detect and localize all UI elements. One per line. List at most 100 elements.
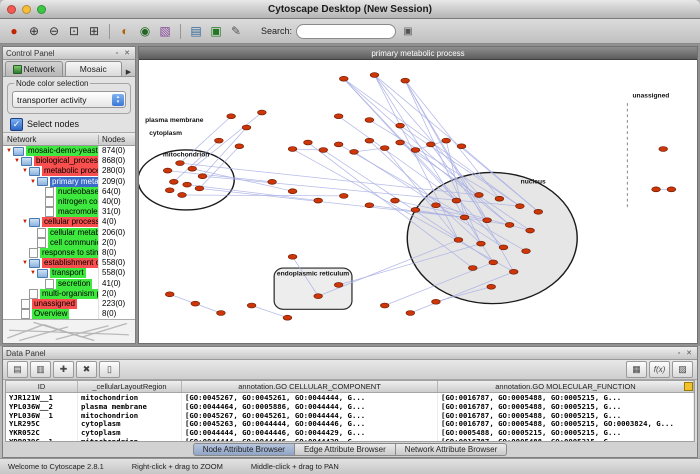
expander-icon[interactable]: ▼ xyxy=(21,217,29,227)
tree-row[interactable]: ▼biological_process868(0) xyxy=(3,156,135,166)
layout-icon[interactable]: ▤ xyxy=(187,22,205,40)
network-node[interactable] xyxy=(396,140,405,145)
network-node[interactable] xyxy=(401,78,410,83)
network-node[interactable] xyxy=(483,218,492,223)
network-node[interactable] xyxy=(178,193,187,198)
network-node[interactable] xyxy=(411,148,420,153)
zoom-in-icon[interactable]: ⊕ xyxy=(25,22,43,40)
table-row[interactable]: YPL036W__1mitochondrion[GO:0045267, GO:0… xyxy=(6,411,694,420)
network-node[interactable] xyxy=(217,311,226,316)
network-node[interactable] xyxy=(442,138,451,143)
search-options-icon[interactable]: ▣ xyxy=(400,23,416,39)
tree-row[interactable]: multi-organism pro2(0) xyxy=(3,289,135,299)
network-node[interactable] xyxy=(188,166,197,171)
tree-column-nodes[interactable]: Nodes xyxy=(99,135,135,144)
network-node[interactable] xyxy=(396,123,405,128)
network-node[interactable] xyxy=(534,209,543,214)
network-node[interactable] xyxy=(339,76,348,81)
snapshot-icon[interactable]: ◉ xyxy=(136,22,154,40)
network-node[interactable] xyxy=(667,187,676,192)
network-node[interactable] xyxy=(350,149,359,154)
network-canvas[interactable]: plasma membranecytoplasmmitochondrionnuc… xyxy=(139,60,697,343)
function-builder-icon[interactable]: f(x) xyxy=(649,361,670,378)
network-overview-thumbnail[interactable] xyxy=(3,320,135,343)
network-node[interactable] xyxy=(380,146,389,151)
network-node[interactable] xyxy=(652,187,661,192)
select-attributes-icon[interactable]: ▤ xyxy=(7,361,28,378)
network-node[interactable] xyxy=(314,198,323,203)
expander-icon[interactable]: ▼ xyxy=(13,156,21,166)
network-node[interactable] xyxy=(288,147,297,152)
tree-row[interactable]: nucleobase, nu64(0) xyxy=(3,187,135,197)
column-header[interactable]: ID xyxy=(6,381,78,392)
network-node[interactable] xyxy=(365,138,374,143)
tab-mosaic[interactable]: Mosaic xyxy=(65,61,123,76)
expander-icon[interactable]: ▼ xyxy=(29,177,37,187)
network-node[interactable] xyxy=(215,138,224,143)
trash-icon[interactable]: ▯ xyxy=(99,361,120,378)
close-data-panel-icon[interactable]: ✕ xyxy=(684,349,694,357)
network-node[interactable] xyxy=(235,144,244,149)
network-node[interactable] xyxy=(288,254,297,259)
network-node[interactable] xyxy=(477,241,486,246)
network-node[interactable] xyxy=(334,282,343,287)
zoom-window-button[interactable] xyxy=(37,5,46,14)
tree-row[interactable]: response to stimul8(0) xyxy=(3,248,135,258)
tab-network-attribute-browser[interactable]: Network Attribute Browser xyxy=(396,443,507,456)
network-node[interactable] xyxy=(283,315,292,320)
graphics-details-icon[interactable]: ◐ xyxy=(116,22,134,40)
network-node[interactable] xyxy=(487,284,496,289)
table-row[interactable]: YLR295Ccytoplasm[GO:0045263, GO:0044444,… xyxy=(6,419,694,428)
tree-row[interactable]: cell communica2(0) xyxy=(3,238,135,248)
network-node[interactable] xyxy=(191,301,200,306)
zoom-out-icon[interactable]: ⊖ xyxy=(45,22,63,40)
network-node[interactable] xyxy=(339,193,348,198)
open-folder-icon[interactable]: ▨ xyxy=(672,361,693,378)
network-node[interactable] xyxy=(370,73,379,78)
column-header[interactable]: annotation.GO CELLULAR_COMPONENT xyxy=(182,381,438,392)
tree-row[interactable]: unassigned223(0) xyxy=(3,299,135,309)
network-node[interactable] xyxy=(334,114,343,119)
network-node[interactable] xyxy=(183,182,192,187)
network-node[interactable] xyxy=(242,125,251,130)
network-node[interactable] xyxy=(258,110,267,115)
node-color-dropdown[interactable]: transporter activity ▴▾ xyxy=(12,91,126,108)
network-node[interactable] xyxy=(268,179,277,184)
tree-row[interactable]: Overview8(0) xyxy=(3,309,135,319)
tree-row[interactable]: macromolecule31(0) xyxy=(3,207,135,217)
network-node[interactable] xyxy=(432,299,441,304)
tree-column-network[interactable]: Network xyxy=(3,135,99,144)
expander-icon[interactable]: ▼ xyxy=(29,268,37,278)
close-panel-icon[interactable]: ✕ xyxy=(122,49,132,57)
column-header[interactable]: annotation.GO MOLECULAR_FUNCTION xyxy=(438,381,694,392)
network-node[interactable] xyxy=(659,147,668,152)
network-node[interactable] xyxy=(406,311,415,316)
tree-row[interactable]: ▼metabolic process280(0) xyxy=(3,166,135,176)
network-node[interactable] xyxy=(176,161,185,166)
table-corner-button[interactable] xyxy=(684,382,693,391)
network-node[interactable] xyxy=(460,215,469,220)
tree-row[interactable]: ▼mosaic-demo-yeast874(0) xyxy=(3,146,135,156)
network-node[interactable] xyxy=(247,303,256,308)
tree-row[interactable]: cellular metabo206(0) xyxy=(3,228,135,238)
network-node[interactable] xyxy=(457,144,466,149)
select-nodes-checkbox[interactable]: ✓ xyxy=(10,118,23,131)
network-node[interactable] xyxy=(505,222,514,227)
float-data-panel-icon[interactable]: ▫ xyxy=(674,350,684,357)
annotation-icon[interactable]: ✎ xyxy=(227,22,245,40)
delete-attribute-icon[interactable]: ✖ xyxy=(76,361,97,378)
network-node[interactable] xyxy=(288,189,297,194)
table-row[interactable]: YKR052Ccytoplasm[GO:0044444, GO:0044446,… xyxy=(6,428,694,437)
network-node[interactable] xyxy=(391,198,400,203)
table-row[interactable]: YPL036W__2plasma membrane[GO:0044464, GO… xyxy=(6,402,694,411)
network-node[interactable] xyxy=(304,140,313,145)
import-attributes-icon[interactable]: ▦ xyxy=(626,361,647,378)
network-node[interactable] xyxy=(426,142,435,147)
tab-edge-attribute-browser[interactable]: Edge Attribute Browser xyxy=(295,443,396,456)
network-node[interactable] xyxy=(522,249,531,254)
network-node[interactable] xyxy=(198,174,207,179)
vizmapper-icon[interactable]: ▧ xyxy=(156,22,174,40)
tab-node-attribute-browser[interactable]: Node Attribute Browser xyxy=(193,443,295,456)
zoom-fit-icon[interactable]: ⊞ xyxy=(85,22,103,40)
network-node[interactable] xyxy=(195,186,204,191)
